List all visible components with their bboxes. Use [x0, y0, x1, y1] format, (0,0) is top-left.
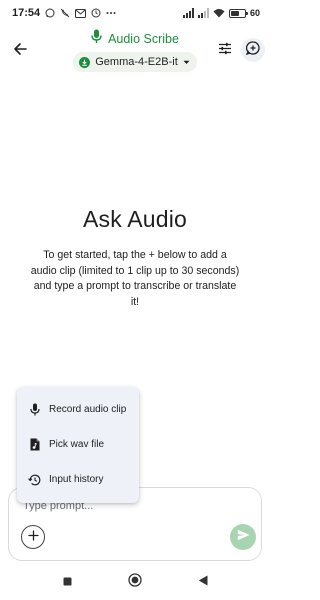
signal-icon	[182, 8, 194, 18]
more-dots-icon	[106, 11, 116, 15]
phone-off-icon	[60, 8, 70, 18]
whatsapp-icon	[45, 8, 55, 18]
recents-button[interactable]	[57, 572, 77, 592]
audio-file-icon	[28, 438, 41, 451]
home-circle-icon	[128, 572, 142, 592]
status-left: 17:54	[12, 7, 116, 19]
model-name: Gemma-4-E2B-it	[95, 56, 178, 68]
gmail-icon	[75, 8, 87, 18]
download-icon	[79, 56, 91, 68]
caret-down-icon	[183, 56, 190, 68]
app-title: Audio Scribe	[108, 32, 179, 46]
attachment-menu: Record audio clip Pick wav file Input hi…	[17, 387, 139, 503]
menu-item-pick-wav[interactable]: Pick wav file	[17, 427, 139, 462]
menu-item-label: Record audio clip	[49, 404, 127, 415]
send-button[interactable]	[230, 524, 256, 550]
new-chat-button[interactable]	[241, 38, 265, 62]
home-button[interactable]	[125, 572, 145, 592]
battery-fill	[230, 10, 239, 16]
signal-icon	[197, 8, 209, 18]
model-selector[interactable]: Gemma-4-E2B-it	[73, 52, 197, 72]
tune-button[interactable]	[214, 40, 236, 62]
clock-icon	[91, 8, 101, 18]
add-comment-icon	[245, 40, 260, 60]
wifi-icon	[213, 8, 225, 18]
instructions-text: To get started, tap the + below to add a…	[30, 249, 240, 308]
back-triangle-icon	[198, 573, 208, 591]
menu-item-label: Pick wav file	[49, 439, 105, 450]
add-attachment-button[interactable]	[21, 525, 45, 549]
history-icon	[28, 473, 41, 486]
plus-icon	[27, 528, 39, 546]
recents-square-icon	[63, 573, 72, 591]
menu-item-input-history[interactable]: Input history	[17, 462, 139, 497]
battery-value: 60	[249, 8, 260, 18]
battery-icon	[228, 8, 248, 18]
top-app-bar: Audio Scribe Gemma-4-E2B-it	[0, 26, 270, 78]
page-heading: Ask Audio	[82, 206, 188, 232]
mic-icon	[91, 29, 102, 49]
title-row: Audio Scribe	[91, 29, 179, 49]
mic-icon	[28, 403, 41, 416]
status-time: 17:54	[12, 7, 41, 19]
system-nav-bar	[0, 564, 270, 600]
status-bar: 17:54 60	[0, 0, 270, 26]
menu-item-record-audio[interactable]: Record audio clip	[17, 392, 139, 427]
status-right: 60	[182, 8, 260, 18]
tune-icon	[218, 42, 232, 60]
send-icon	[237, 528, 250, 546]
back-nav-button[interactable]	[193, 572, 213, 592]
menu-item-label: Input history	[49, 474, 104, 485]
